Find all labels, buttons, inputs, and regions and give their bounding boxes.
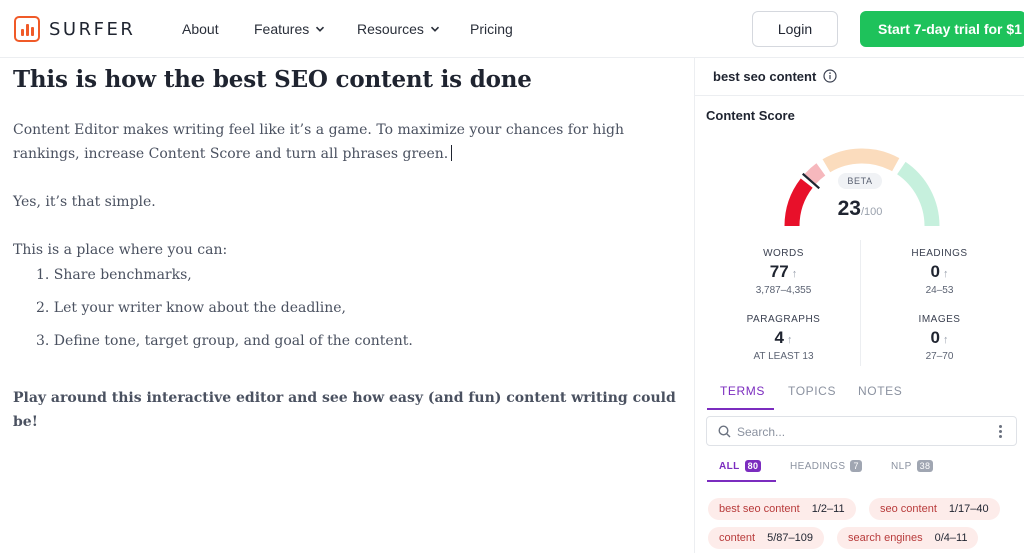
chevron-down-icon xyxy=(430,26,439,32)
content-score-sidebar: best seo content Content Score BETA 23/1… xyxy=(694,58,1024,553)
subtab-nlp[interactable]: NLP 38 xyxy=(891,460,934,472)
metric-value: 0 ↑ xyxy=(857,328,1022,348)
count-badge: 80 xyxy=(744,460,762,472)
metric-range: 24–53 xyxy=(925,285,954,296)
metric-number: 4 xyxy=(774,328,784,347)
subtab-label: ALL xyxy=(719,460,740,472)
gauge-segment-peach xyxy=(822,148,900,173)
chevron-down-icon xyxy=(316,26,325,32)
nav-pricing[interactable]: Pricing xyxy=(470,21,513,37)
gauge-segment-pink xyxy=(804,163,826,185)
term-chip[interactable]: seo content 1/17–40 xyxy=(869,498,1000,520)
subtab-all[interactable]: ALL 80 xyxy=(719,460,762,472)
active-subtab-indicator xyxy=(707,480,776,482)
arrow-up-icon: ↑ xyxy=(942,268,949,280)
count-badge: 7 xyxy=(850,460,862,472)
arrow-up-icon: ↑ xyxy=(942,334,949,346)
term-name: best seo content xyxy=(719,503,800,515)
arrow-up-icon: ↑ xyxy=(791,268,798,280)
search-icon xyxy=(718,425,731,438)
term-count: 1/2–11 xyxy=(811,503,845,515)
more-options-icon[interactable] xyxy=(999,425,1002,439)
metric-label: PARAGRAPHS xyxy=(746,314,821,325)
metric-headings: HEADINGS 0 ↑ 24–53 xyxy=(857,248,1022,296)
metric-value: 0 ↑ xyxy=(857,262,1022,282)
nav-features[interactable]: Features xyxy=(254,21,325,37)
tab-terms[interactable]: TERMS xyxy=(720,384,765,398)
list-item[interactable]: 2. Let your writer know about the deadli… xyxy=(36,296,413,329)
logo-text: SURFER xyxy=(49,18,136,40)
nav-resources[interactable]: Resources xyxy=(357,21,440,37)
metric-words: WORDS 77 ↑ 3,787–4,355 xyxy=(701,248,866,296)
editor-paragraph[interactable]: Content Editor makes writing feel like i… xyxy=(13,118,688,166)
content-editor[interactable]: This is how the best SEO content is done… xyxy=(0,58,694,553)
gauge-segment-mint xyxy=(896,161,940,227)
arrow-up-icon: ↑ xyxy=(786,334,793,346)
term-name: seo content xyxy=(880,503,937,515)
paragraph-text: Content Editor makes writing feel like i… xyxy=(13,122,625,162)
metric-value: 77 ↑ xyxy=(701,262,866,282)
nav-resources-label: Resources xyxy=(357,21,424,37)
nav-pricing-label: Pricing xyxy=(470,21,513,37)
score-number: 23 xyxy=(837,197,861,220)
editor-title[interactable]: This is how the best SEO content is done xyxy=(13,66,532,93)
nav-about-label: About xyxy=(182,21,219,37)
subtab-headings[interactable]: HEADINGS 7 xyxy=(790,460,862,472)
score-max: /100 xyxy=(860,206,883,218)
editor-paragraph[interactable]: This is a place where you can: xyxy=(13,238,227,262)
list-item[interactable]: 1. Share benchmarks, xyxy=(36,263,413,296)
active-tab-indicator xyxy=(707,408,774,410)
term-count: 0/4–11 xyxy=(934,532,968,544)
metric-range: AT LEAST 13 xyxy=(753,351,814,362)
start-trial-button[interactable]: Start 7-day trial for $1 xyxy=(860,11,1024,47)
metric-number: 0 xyxy=(930,328,940,347)
content-score-value: 23/100 xyxy=(815,197,905,221)
metric-images: IMAGES 0 ↑ 27–70 xyxy=(857,314,1022,362)
search-input[interactable] xyxy=(737,423,977,441)
term-count: 5/87–109 xyxy=(767,532,813,544)
tab-topics[interactable]: TOPICS xyxy=(788,384,836,398)
editor-paragraph[interactable]: Yes, it’s that simple. xyxy=(13,190,156,214)
tab-notes[interactable]: NOTES xyxy=(858,384,902,398)
metric-number: 0 xyxy=(930,262,940,281)
term-chip[interactable]: content 5/87–109 xyxy=(708,527,824,549)
terms-search-box xyxy=(706,416,1017,446)
info-icon[interactable] xyxy=(823,69,837,83)
metric-label: WORDS xyxy=(763,248,804,259)
metric-range: 3,787–4,355 xyxy=(755,285,812,296)
surfer-logo[interactable]: SURFER xyxy=(14,16,135,42)
metric-range: 27–70 xyxy=(925,351,954,362)
metric-paragraphs: PARAGRAPHS 4 ↑ AT LEAST 13 xyxy=(701,314,866,362)
metric-label: HEADINGS xyxy=(911,248,968,259)
keyword-text: best seo content xyxy=(713,69,817,84)
content-score-title: Content Score xyxy=(706,108,795,123)
term-name: search engines xyxy=(848,532,923,544)
term-chip[interactable]: best seo content 1/2–11 xyxy=(708,498,856,520)
metrics-grid: WORDS 77 ↑ 3,787–4,355 HEADINGS 0 ↑ 24–53 … xyxy=(695,240,1024,368)
count-badge: 38 xyxy=(916,460,934,472)
keyword-row: best seo content xyxy=(695,58,1024,96)
metric-label: IMAGES xyxy=(918,314,961,325)
subtab-label: HEADINGS xyxy=(790,460,846,472)
text-caret xyxy=(451,145,453,161)
gauge-segment-red xyxy=(784,178,813,227)
top-nav-bar: SURFER About Features Resources Pricing … xyxy=(0,0,1024,58)
surfer-logo-icon xyxy=(14,16,40,42)
nav-features-label: Features xyxy=(254,21,310,37)
editor-closing-paragraph[interactable]: Play around this interactive editor and … xyxy=(13,386,694,434)
list-item[interactable]: 3. Define tone, target group, and goal o… xyxy=(36,329,413,362)
beta-badge: BETA xyxy=(838,173,882,189)
subtab-label: NLP xyxy=(891,460,912,472)
term-name: content xyxy=(719,532,756,544)
login-button[interactable]: Login xyxy=(752,11,838,47)
metric-value: 4 ↑ xyxy=(701,328,866,348)
editor-list[interactable]: 1. Share benchmarks, 2. Let your writer … xyxy=(36,263,413,362)
term-count: 1/17–40 xyxy=(948,503,989,515)
term-chip[interactable]: search engines 0/4–11 xyxy=(837,527,979,549)
term-filter-tabs: ALL 80 HEADINGS 7 NLP 38 xyxy=(695,454,1024,484)
sidebar-tabs: TERMS TOPICS NOTES xyxy=(695,376,1024,410)
metric-number: 77 xyxy=(769,262,789,281)
nav-about[interactable]: About xyxy=(182,21,219,37)
